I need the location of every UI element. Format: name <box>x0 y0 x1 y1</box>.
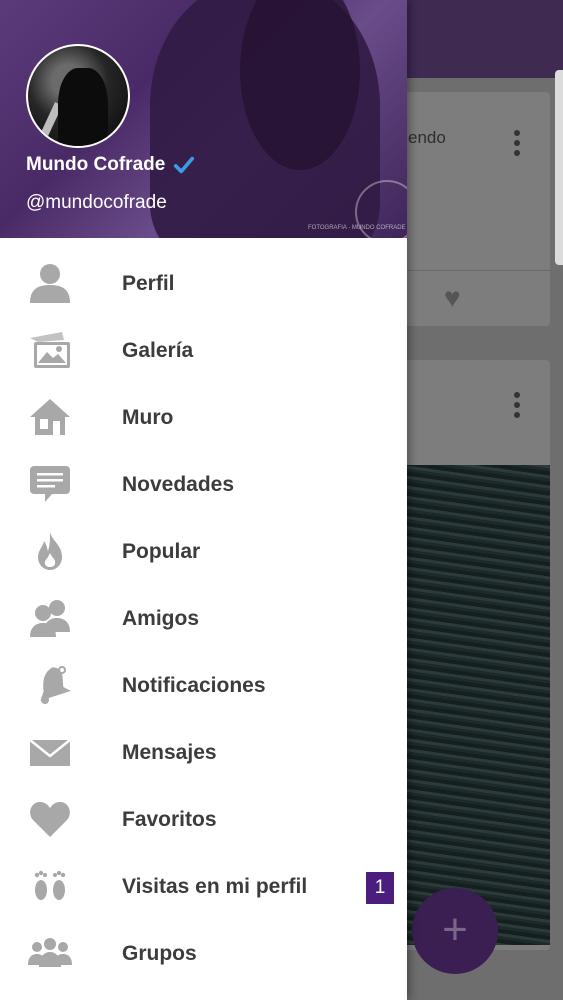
avatar-figure <box>58 68 108 146</box>
menu-item-label: Perfil <box>122 271 175 295</box>
drawer-menu: Perfil Galería Muro Novedades Popular Am… <box>0 250 407 987</box>
person-icon <box>26 262 74 304</box>
menu-item-novedades[interactable]: Novedades <box>0 451 407 518</box>
menu-item-popular[interactable]: Popular <box>0 518 407 585</box>
menu-item-notificaciones[interactable]: Notificaciones <box>0 652 407 719</box>
menu-item-label: Favoritos <box>122 807 217 831</box>
gallery-icon <box>26 329 74 371</box>
post-text: endo <box>408 128 446 147</box>
drawer-header: FOTOGRAFIA · MUNDO COFRADE Mundo Cofrade… <box>0 0 407 238</box>
menu-item-grupos[interactable]: Grupos <box>0 920 407 987</box>
menu-item-galeria[interactable]: Galería <box>0 317 407 384</box>
menu-item-mensajes[interactable]: Mensajes <box>0 719 407 786</box>
more-options-icon[interactable] <box>514 130 520 160</box>
profile-name-row: Mundo Cofrade <box>26 154 195 176</box>
menu-item-visitas[interactable]: Visitas en mi perfil 1 <box>0 853 407 920</box>
verified-check-icon <box>173 154 195 176</box>
footprints-icon <box>26 865 74 907</box>
friends-icon <box>26 597 74 639</box>
menu-item-label: Novedades <box>122 472 235 496</box>
menu-item-favoritos[interactable]: Favoritos <box>0 786 407 853</box>
more-options-icon[interactable] <box>514 392 520 422</box>
menu-item-label: Grupos <box>122 941 197 965</box>
menu-item-muro[interactable]: Muro <box>0 384 407 451</box>
menu-item-perfil[interactable]: Perfil <box>0 250 407 317</box>
menu-item-label: Notificaciones <box>122 673 266 697</box>
navigation-drawer: FOTOGRAFIA · MUNDO COFRADE Mundo Cofrade… <box>0 0 407 1000</box>
menu-item-label: Muro <box>122 405 174 429</box>
avatar[interactable] <box>26 44 130 148</box>
menu-item-amigos[interactable]: Amigos <box>0 585 407 652</box>
heart-icon <box>26 798 74 840</box>
header-watermark: FOTOGRAFIA · MUNDO COFRADE <box>308 225 406 231</box>
post-photo <box>398 465 550 945</box>
menu-item-label: Amigos <box>122 606 200 630</box>
bell-icon <box>26 664 74 706</box>
menu-item-label: Mensajes <box>122 740 217 764</box>
flame-icon <box>26 530 74 572</box>
edge-panel-handle[interactable] <box>555 70 563 265</box>
like-heart-icon[interactable]: ♥ <box>444 284 461 312</box>
post-card-photo <box>398 360 550 950</box>
visits-count-badge: 1 <box>366 872 394 904</box>
profile-name: Mundo Cofrade <box>26 154 166 175</box>
menu-item-label: Galería <box>122 338 194 362</box>
card-divider <box>398 270 550 271</box>
groups-icon <box>26 932 74 974</box>
menu-item-label: Popular <box>122 539 201 563</box>
envelope-icon <box>26 731 74 773</box>
chat-icon <box>26 463 74 505</box>
home-icon <box>26 396 74 438</box>
profile-handle: @mundocofrade <box>26 192 167 213</box>
menu-item-label: Visitas en mi perfil <box>122 874 308 898</box>
add-post-button[interactable]: + <box>412 888 498 974</box>
